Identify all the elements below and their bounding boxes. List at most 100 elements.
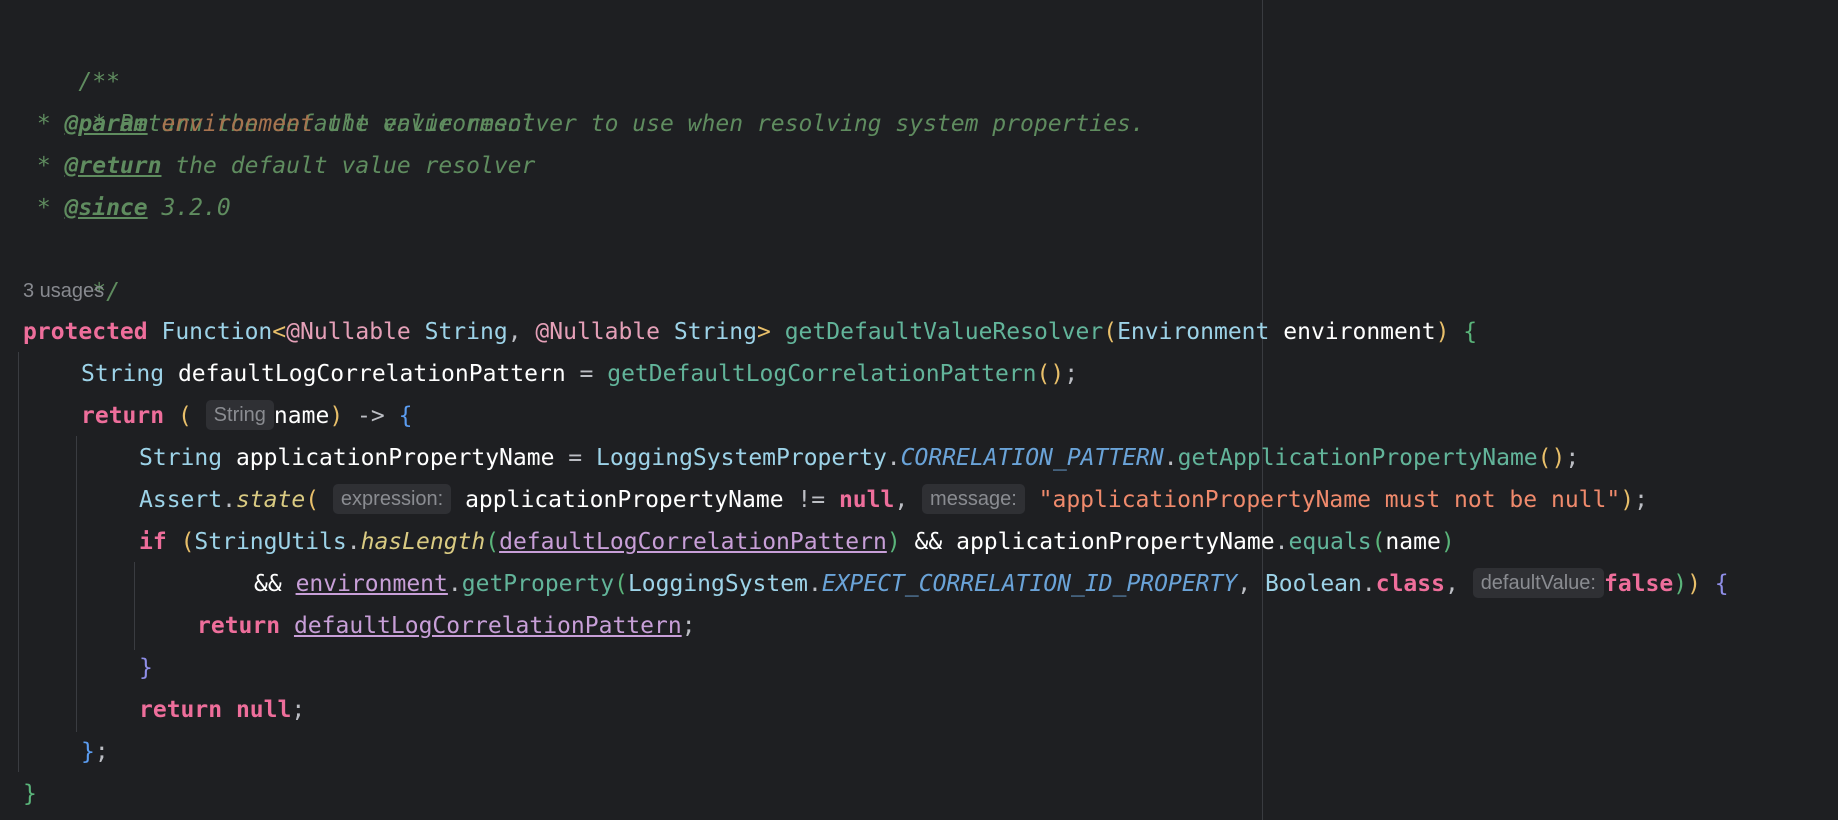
semicolon: ; <box>1634 487 1648 513</box>
javadoc-since-value: 3.2.0 <box>147 195 231 221</box>
code-line[interactable]: */ <box>23 229 120 305</box>
code-line[interactable]: String applicationPropertyName = Logging… <box>139 437 1579 479</box>
dot: . <box>1163 445 1178 471</box>
keyword-class: class <box>1375 571 1445 597</box>
call-get-app-prop-name[interactable]: getApplicationPropertyName <box>1178 445 1538 471</box>
keyword-if: if <box>139 529 167 555</box>
assign: = <box>554 445 596 471</box>
var-app-prop-name[interactable]: applicationPropertyName <box>236 445 555 471</box>
ref-app-prop-name[interactable]: applicationPropertyName <box>956 529 1275 555</box>
code-line[interactable]: } <box>23 773 37 815</box>
empty-call: () <box>1537 445 1566 471</box>
brace-open: { <box>1463 319 1478 345</box>
captured-environment[interactable]: environment <box>296 571 448 597</box>
string-literal-message[interactable]: "applicationPropertyName must not be nul… <box>1039 487 1621 513</box>
method-name[interactable]: getDefaultValueResolver <box>785 319 1104 345</box>
ref-name[interactable]: name <box>1385 529 1440 555</box>
code-line[interactable]: return defaultLogCorrelationPattern; <box>197 605 696 647</box>
code-line[interactable]: protected Function<@Nullable String, @Nu… <box>23 311 1477 353</box>
inlay-type-hint[interactable]: String <box>205 399 274 430</box>
paren-open: ( <box>1103 319 1118 345</box>
call-get-default-pattern[interactable]: getDefaultLogCorrelationPattern <box>607 361 1036 387</box>
lambda-param-name[interactable]: name <box>274 403 329 429</box>
semicolon: ; <box>1565 445 1580 471</box>
call-state[interactable]: state <box>236 487 305 513</box>
inlay-param-hint-message[interactable]: message: <box>922 483 1025 514</box>
paren-close: ) <box>1620 487 1635 513</box>
code-line[interactable]: * @return the default value resolver <box>23 145 536 187</box>
const-expect-correlation-id[interactable]: EXPECT_CORRELATION_ID_PROPERTY <box>822 571 1237 597</box>
captured-default-pattern[interactable]: defaultLogCorrelationPattern <box>294 613 682 639</box>
annotation-nullable[interactable]: @Nullable <box>535 319 660 345</box>
code-line[interactable]: && environment.getProperty(LoggingSystem… <box>254 563 1729 605</box>
type-string[interactable]: String <box>674 319 757 345</box>
type-string[interactable]: String <box>81 361 164 387</box>
code-line[interactable]: } <box>139 647 153 689</box>
javadoc-star: * <box>23 153 65 179</box>
not-equal: != <box>783 487 839 513</box>
paren-open: ( <box>180 529 195 555</box>
code-line[interactable]: * Return the default value resolver to u… <box>23 61 1144 137</box>
generic-close: > <box>756 319 771 345</box>
captured-default-pattern[interactable]: defaultLogCorrelationPattern <box>499 529 887 555</box>
keyword-return: return <box>139 697 223 723</box>
type-logging-system[interactable]: LoggingSystem <box>628 571 808 597</box>
code-line[interactable]: * @param environment the environment <box>23 103 536 145</box>
javadoc-param-tag[interactable]: @param <box>65 111 148 137</box>
code-line[interactable]: if (StringUtils.hasLength(defaultLogCorr… <box>139 521 1455 563</box>
code-line[interactable]: return ( String name) -> { <box>81 395 412 437</box>
dot: . <box>1361 571 1376 597</box>
paren-close: ) <box>1673 571 1688 597</box>
indent-guide <box>76 436 77 732</box>
code-line[interactable]: * @since 3.2.0 <box>23 187 231 229</box>
javadoc-star: * <box>23 111 65 137</box>
comma: , <box>894 487 923 513</box>
inlay-param-hint-expression[interactable]: expression: <box>332 483 452 514</box>
annotation-nullable[interactable]: @Nullable <box>286 319 411 345</box>
javadoc-return-desc: the default value resolver <box>161 153 536 179</box>
dot: . <box>1274 529 1289 555</box>
code-line[interactable]: return null; <box>139 689 305 731</box>
paren-close: ) <box>1435 319 1450 345</box>
code-line[interactable]: }; <box>81 731 109 773</box>
code-line[interactable]: /** <box>23 19 120 95</box>
code-line[interactable]: String defaultLogCorrelationPattern = ge… <box>81 353 1078 395</box>
javadoc-return-tag[interactable]: @return <box>65 153 162 179</box>
keyword-return: return <box>197 613 281 639</box>
call-get-property[interactable]: getProperty <box>462 571 614 597</box>
code-editor[interactable]: /** * Return the default value resolver … <box>0 0 1838 820</box>
dot: . <box>447 571 462 597</box>
indent-guide <box>134 562 135 650</box>
code-line[interactable]: Assert.state( expression: applicationPro… <box>139 479 1648 521</box>
comma: , <box>507 319 536 345</box>
inlay-param-hint-default-value[interactable]: defaultValue: <box>1472 567 1604 598</box>
type-environment[interactable]: Environment <box>1117 319 1269 345</box>
type-string-utils[interactable]: StringUtils <box>194 529 346 555</box>
javadoc-param-name: environment <box>161 111 314 137</box>
brace-close: } <box>139 655 153 681</box>
type-assert[interactable]: Assert <box>139 487 222 513</box>
paren-open: ( <box>614 571 628 597</box>
type-string[interactable]: String <box>139 445 222 471</box>
ref-app-prop-name[interactable]: applicationPropertyName <box>465 487 784 513</box>
paren-close: ) <box>1687 571 1701 597</box>
javadoc-since-tag[interactable]: @since <box>65 195 148 221</box>
type-logging-system-property[interactable]: LoggingSystemProperty <box>596 445 887 471</box>
type-string[interactable]: String <box>425 319 508 345</box>
call-has-length[interactable]: hasLength <box>361 529 486 555</box>
empty-call: () <box>1036 361 1065 387</box>
param-environment[interactable]: environment <box>1283 319 1435 345</box>
keyword-protected: protected <box>23 319 148 345</box>
type-function[interactable]: Function <box>161 319 272 345</box>
arrow: -> <box>343 403 399 429</box>
keyword-return: return <box>81 403 165 429</box>
paren-open: ( <box>305 487 320 513</box>
type-boolean[interactable]: Boolean <box>1265 571 1362 597</box>
javadoc-star: * <box>23 195 65 221</box>
const-correlation-pattern[interactable]: CORRELATION_PATTERN <box>901 445 1164 471</box>
keyword-false: false <box>1603 571 1674 597</box>
call-equals[interactable]: equals <box>1288 529 1371 555</box>
generic-open: < <box>272 319 287 345</box>
var-default-pattern[interactable]: defaultLogCorrelationPattern <box>178 361 566 387</box>
usages-inlay[interactable]: 3 usages <box>23 270 104 312</box>
